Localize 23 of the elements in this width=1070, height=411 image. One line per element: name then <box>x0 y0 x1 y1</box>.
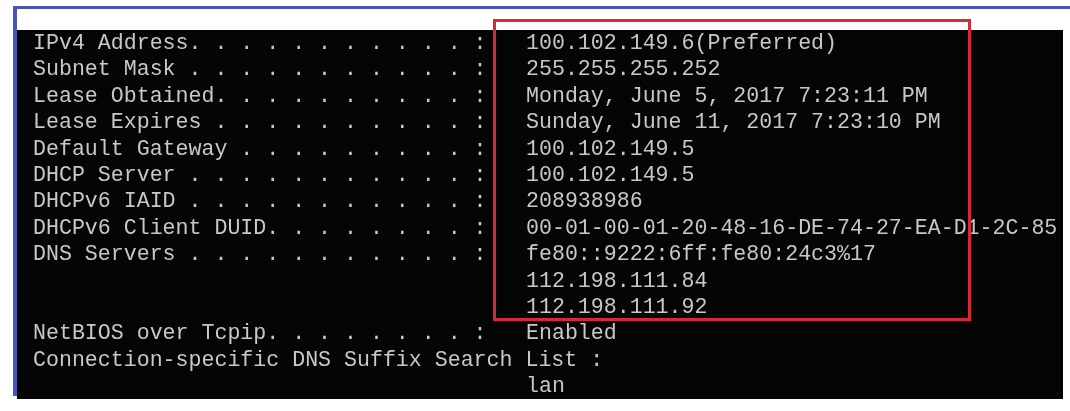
console-value: Enabled <box>525 320 618 347</box>
console-label: Default Gateway . . . . . . . . . : <box>33 135 488 163</box>
console-label: DHCP Server . . . . . . . . . . . : <box>33 162 488 189</box>
console-value: 100.102.149.5 <box>525 162 696 189</box>
console-label: Subnet Mask . . . . . . . . . . . : <box>33 56 488 83</box>
console-value: 112.198.111.84 <box>525 267 709 295</box>
console-value: fe80::9222:6ff:fe80:24c3%17 <box>525 241 877 268</box>
console-label: DHCPv6 Client DUID. . . . . . . . : <box>33 214 488 242</box>
console-label: DNS Servers . . . . . . . . . . . : <box>33 241 488 268</box>
console-value: 100.102.149.5 <box>525 135 696 163</box>
console-value: Monday, June 5, 2017 7:23:11 PM <box>525 82 929 110</box>
console-label: Connection-specific DNS Suffix Search List : <box>33 346 605 374</box>
console-value: 112.198.111.92 <box>525 294 709 321</box>
console-value: Sunday, June 11, 2017 7:23:10 PM <box>525 109 942 136</box>
console-label: IPv4 Address. . . . . . . . . . . : <box>33 30 488 57</box>
console-value: 208938986 <box>525 188 644 215</box>
console-label: NetBIOS over Tcpip. . . . . . . . : <box>33 320 488 347</box>
console-label: Lease Expires . . . . . . . . . . : <box>33 109 488 136</box>
console-label: DHCPv6 IAID . . . . . . . . . . . : <box>33 188 488 215</box>
console-value: 255.255.255.252 <box>525 56 722 83</box>
console-label: Lease Obtained. . . . . . . . . . : <box>33 82 488 110</box>
console-value: lan <box>525 373 566 400</box>
console-value: 100.102.149.6(Preferred) <box>525 30 838 57</box>
